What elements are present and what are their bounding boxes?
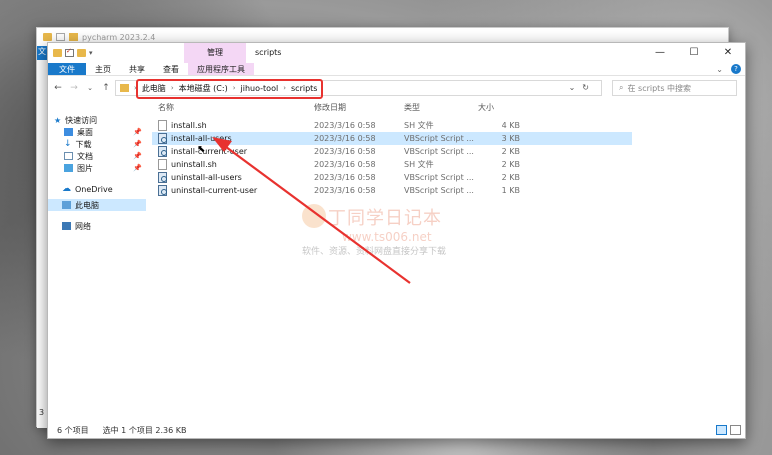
annotation-arrow-line xyxy=(221,143,411,284)
mouse-cursor-icon: ⬉ xyxy=(197,144,206,155)
annotation-arrow xyxy=(212,137,411,284)
